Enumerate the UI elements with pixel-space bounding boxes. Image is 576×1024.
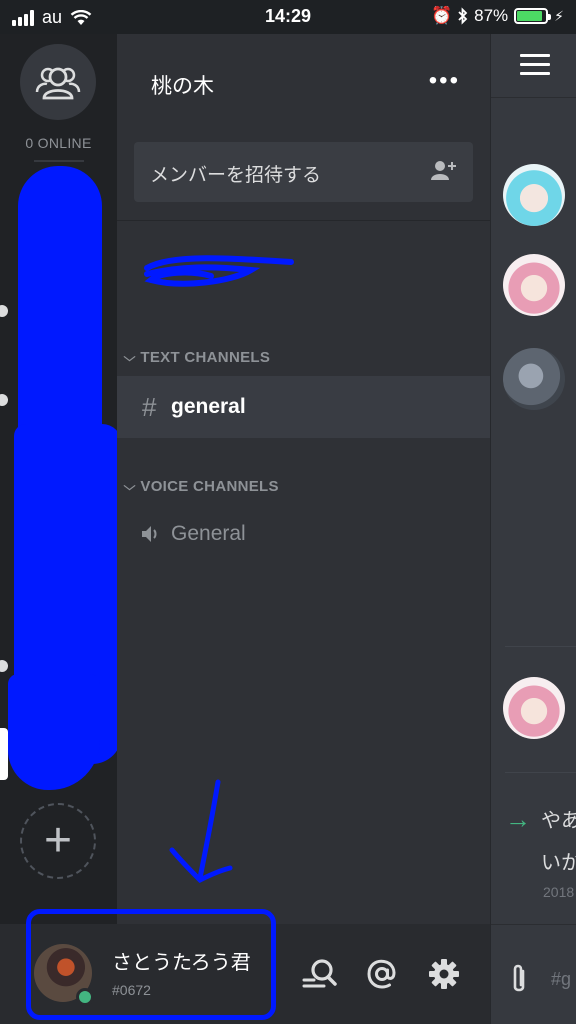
channel-general-text[interactable]: # general xyxy=(117,376,490,438)
category-label: VOICE CHANNELS xyxy=(140,478,279,495)
redaction-scribble xyxy=(8,674,100,790)
battery-icon xyxy=(514,8,552,24)
bluetooth-icon xyxy=(458,7,468,25)
hash-icon: # xyxy=(142,392,157,422)
invite-members-button[interactable]: メンバーを招待する xyxy=(134,142,473,202)
message-text: いか xyxy=(541,852,576,874)
selected-indicator xyxy=(0,728,8,780)
status-bar: au 14:29 ⏰ 87% ⚡ xyxy=(0,0,576,34)
more-options-button[interactable]: ••• xyxy=(429,69,460,93)
paperclip-icon[interactable] xyxy=(509,963,529,995)
panel-divider xyxy=(117,220,490,221)
mention-icon[interactable] xyxy=(366,958,398,990)
message-timestamp: 2018 xyxy=(543,884,575,900)
channel-general-voice[interactable]: General xyxy=(141,522,246,546)
category-voice-channels[interactable]: ⌵ VOICE CHANNELS xyxy=(123,478,279,495)
alarm-icon: ⏰ xyxy=(430,6,453,25)
unread-indicator xyxy=(0,660,8,672)
server-rail: 0 ONLINE + xyxy=(0,34,122,1024)
status-right: ⏰ 87% ⚡ xyxy=(431,6,564,26)
unread-indicator xyxy=(0,394,8,406)
search-icon[interactable] xyxy=(302,958,338,990)
charging-icon: ⚡ xyxy=(554,7,564,24)
chat-header xyxy=(491,34,576,98)
server-name[interactable]: 桃の木 xyxy=(151,70,214,100)
chevron-down-icon: ⌵ xyxy=(123,479,136,493)
friends-icon xyxy=(35,67,81,100)
add-server-button[interactable]: + xyxy=(20,803,96,879)
add-person-icon xyxy=(431,161,456,180)
chat-input-bar: #g xyxy=(491,924,576,1024)
member-avatar[interactable] xyxy=(503,677,565,739)
message-input[interactable]: #g xyxy=(551,969,571,990)
member-avatar[interactable] xyxy=(503,348,565,410)
join-arrow-icon: → xyxy=(505,804,531,834)
hamburger-menu-icon[interactable] xyxy=(520,54,550,81)
unread-indicator xyxy=(0,305,8,317)
message-divider xyxy=(505,772,576,773)
member-avatar[interactable] xyxy=(503,254,565,316)
message-text: やあ xyxy=(541,810,576,832)
message-divider xyxy=(505,646,576,647)
chevron-down-icon: ⌵ xyxy=(123,350,136,364)
category-label: TEXT CHANNELS xyxy=(140,349,271,366)
battery-percent: 87% xyxy=(474,6,509,25)
gear-icon[interactable] xyxy=(428,958,460,990)
friends-button[interactable] xyxy=(20,44,96,120)
online-count: 0 ONLINE xyxy=(25,135,92,151)
speaker-icon xyxy=(142,526,157,542)
channel-name: General xyxy=(171,522,246,545)
channel-name: general xyxy=(171,395,246,418)
chat-panel-peek: → やあ いか 2018 #g xyxy=(490,34,576,1024)
invite-label: メンバーを招待する xyxy=(150,165,322,186)
category-text-channels[interactable]: ⌵ TEXT CHANNELS xyxy=(123,349,271,366)
rail-divider xyxy=(34,160,84,162)
annotation-highlight-box xyxy=(26,909,276,1020)
redaction-scribble xyxy=(144,255,294,287)
annotation-arrow xyxy=(169,779,233,884)
member-avatar[interactable] xyxy=(503,164,565,226)
plus-icon: + xyxy=(43,814,73,867)
redaction-scribble xyxy=(18,166,102,456)
